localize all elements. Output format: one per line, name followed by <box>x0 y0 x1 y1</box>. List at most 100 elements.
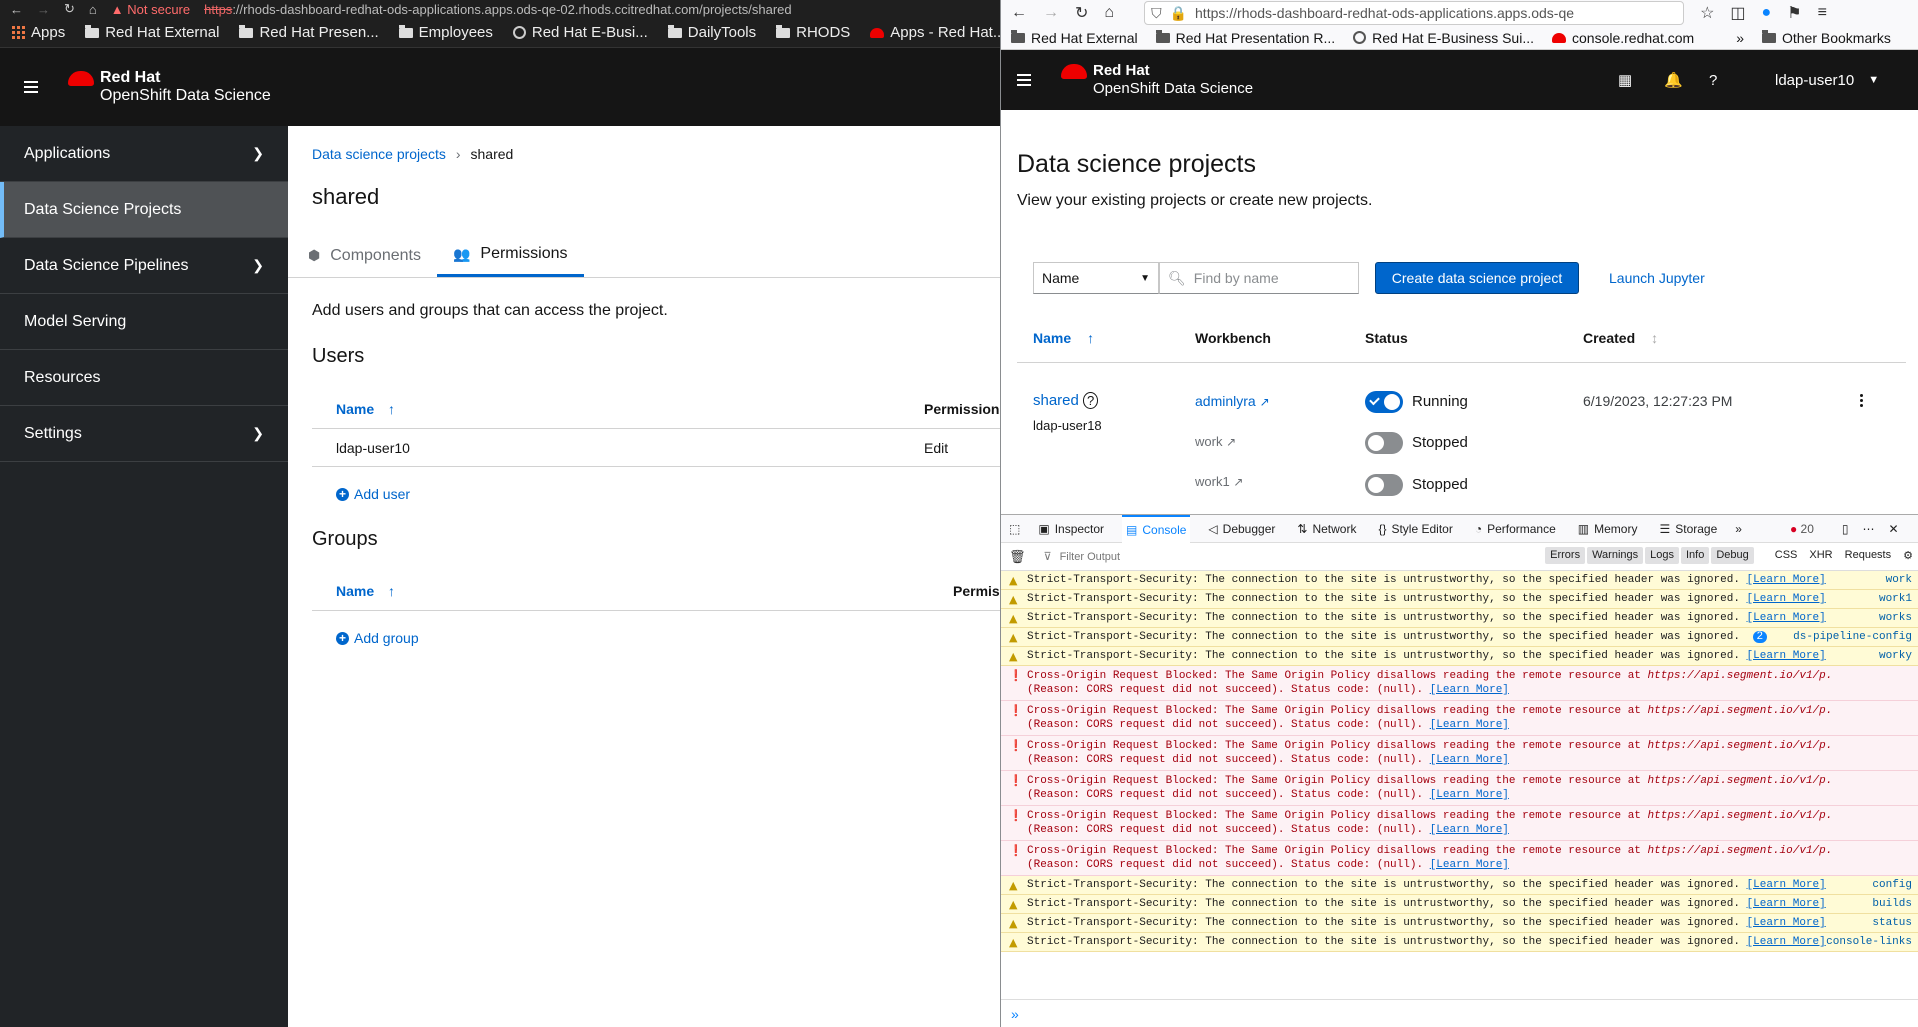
tab-inspector[interactable]: ▣ Inspector <box>1034 515 1108 543</box>
learn-more-link[interactable]: [Learn More] <box>1747 650 1826 662</box>
app-launcher-icon[interactable]: ▦ <box>1618 50 1632 110</box>
reload-icon[interactable]: ↻ <box>1075 3 1088 23</box>
learn-more-link[interactable]: [Learn More] <box>1747 898 1826 910</box>
trash-icon[interactable]: 🗑︎ <box>1009 549 1026 565</box>
console-input[interactable]: » <box>1001 999 1918 1027</box>
log-source-link[interactable]: work1 <box>1879 593 1912 605</box>
pocket-icon[interactable]: ◫ <box>1730 3 1745 23</box>
dock-icon[interactable]: ▯ <box>1842 522 1849 536</box>
add-user-button[interactable]: + Add user <box>336 486 410 502</box>
project-name-link[interactable]: shared ? <box>1033 392 1099 409</box>
learn-more-link[interactable]: [Learn More] <box>1747 574 1826 586</box>
error-count-badge[interactable]: ● 20 <box>1790 522 1814 536</box>
back-icon[interactable]: ← <box>1011 4 1027 22</box>
learn-more-link[interactable]: [Learn More] <box>1430 789 1509 801</box>
log-url[interactable]: https://api.segment.io/v1/p. <box>1648 845 1833 857</box>
forward-icon[interactable]: → <box>37 2 50 17</box>
bookmark-folder[interactable]: Red Hat Presentation R... <box>1155 29 1335 46</box>
log-source-link[interactable]: builds <box>1872 898 1912 910</box>
log-url[interactable]: https://api.segment.io/v1/p. <box>1648 810 1833 822</box>
workbench-toggle-off[interactable] <box>1365 432 1403 454</box>
learn-more-link[interactable]: [Learn More] <box>1430 754 1509 766</box>
sidebar-item-pipelines[interactable]: Data Science Pipelines ❯ <box>0 238 288 294</box>
filter-logs[interactable]: Logs <box>1645 547 1679 564</box>
filter-debug[interactable]: Debug <box>1711 547 1754 564</box>
bookmark-folder[interactable]: Employees <box>398 24 493 41</box>
tab-performance[interactable]: ◔ Performance <box>1471 515 1560 543</box>
workbench-link[interactable]: work1 ↗ <box>1195 474 1243 489</box>
tab-console[interactable]: ▤ Console <box>1122 514 1191 543</box>
log-source-link[interactable]: worky <box>1879 650 1912 662</box>
filter-warnings[interactable]: Warnings <box>1587 547 1644 564</box>
filter-output-input[interactable]: Filter Output <box>1060 551 1121 563</box>
log-source-link[interactable]: works <box>1879 612 1912 624</box>
col-created-header[interactable]: Created ↕ <box>1583 330 1658 346</box>
bookmark-link[interactable]: Red Hat E-Business Sui... <box>1353 30 1534 46</box>
learn-more-link[interactable]: [Learn More] <box>1747 936 1826 948</box>
log-url[interactable]: https://api.segment.io/v1/p. <box>1648 670 1833 682</box>
groups-col-name[interactable]: Name ↑ <box>336 583 395 599</box>
forward-icon[interactable]: → <box>1043 4 1059 22</box>
brand-logo[interactable]: Red Hat OpenShift Data Science <box>68 69 271 105</box>
create-project-button[interactable]: Create data science project <box>1375 262 1579 294</box>
settings-gear-icon[interactable]: ⚙ <box>1898 547 1918 564</box>
bookmark-link[interactable]: console.redhat.com <box>1552 30 1694 46</box>
bookmark-folder[interactable]: Red Hat External <box>85 24 219 41</box>
tab-memory[interactable]: ▥ Memory <box>1574 515 1642 543</box>
learn-more-link[interactable]: [Learn More] <box>1430 859 1509 871</box>
launch-jupyter-link[interactable]: Launch Jupyter <box>1609 262 1705 294</box>
filter-type-select[interactable]: Name ▼ <box>1033 262 1159 294</box>
bookmark-folder[interactable]: DailyTools <box>667 24 756 41</box>
sidebar-item-resources[interactable]: Resources <box>0 350 288 406</box>
kebab-menu-icon[interactable] <box>1860 394 1863 407</box>
tab-components[interactable]: ⬢ Components <box>292 234 437 277</box>
hamburger-menu-icon[interactable] <box>1017 74 1031 86</box>
url-bar[interactable]: ⛉ 🔒 https://rhods-dashboard-redhat-ods-a… <box>1144 1 1685 25</box>
bookmark-folder[interactable]: Red Hat Presen... <box>239 24 379 41</box>
log-source-link[interactable]: work <box>1886 574 1912 586</box>
col-name-header[interactable]: Name ↑ <box>1033 330 1094 346</box>
users-col-name[interactable]: Name ↑ <box>336 401 395 417</box>
account-icon[interactable]: ● <box>1762 4 1772 22</box>
more-tabs-icon[interactable]: » <box>1735 522 1742 536</box>
left-address-bar[interactable]: ← → ↻ ⌂ ▲ Not secure https://rhods-dashb… <box>0 0 1000 18</box>
extension-icon[interactable]: ⚑ <box>1787 3 1801 23</box>
learn-more-link[interactable]: [Learn More] <box>1747 612 1826 624</box>
bookmark-other[interactable]: Other Bookmarks <box>1761 29 1891 46</box>
filter-requests[interactable]: Requests <box>1840 547 1896 564</box>
brand-logo[interactable]: Red Hat OpenShift Data Science <box>1061 62 1253 98</box>
log-url[interactable]: https://api.segment.io/v1/p. <box>1648 740 1833 752</box>
sidebar-item-applications[interactable]: Applications ❯ <box>0 126 288 182</box>
log-url[interactable]: https://api.segment.io/v1/p. <box>1648 775 1833 787</box>
reload-icon[interactable]: ↻ <box>64 1 75 17</box>
search-input[interactable]: 🔍︎ Find by name <box>1159 262 1359 294</box>
user-menu[interactable]: ldap-user10 ▼ <box>1775 50 1879 110</box>
tab-permissions[interactable]: 👥 Permissions <box>436 234 584 277</box>
workbench-toggle-off[interactable] <box>1365 474 1403 496</box>
filter-xhr[interactable]: XHR <box>1804 547 1837 564</box>
bookmark-link[interactable]: Apps - Red Hat... <box>870 24 1000 41</box>
filter-errors[interactable]: Errors <box>1545 547 1586 564</box>
learn-more-link[interactable]: [Learn More] <box>1430 719 1509 731</box>
notification-bell-icon[interactable]: 🔔 <box>1664 50 1683 110</box>
learn-more-link[interactable]: [Learn More] <box>1747 593 1826 605</box>
tab-style-editor[interactable]: {} Style Editor <box>1374 515 1456 543</box>
bookmark-link[interactable]: Red Hat E-Busi... <box>512 24 648 41</box>
sidebar-item-data-science-projects[interactable]: Data Science Projects <box>0 182 288 238</box>
url-text[interactable]: https://rhods-dashboard-redhat-ods-appli… <box>204 2 792 17</box>
close-icon[interactable]: ✕ <box>1889 522 1899 536</box>
log-source-link[interactable]: console-links <box>1826 936 1912 948</box>
home-icon[interactable]: ⌂ <box>89 2 97 17</box>
learn-more-link[interactable]: [Learn More] <box>1747 917 1826 929</box>
log-source-link[interactable]: config <box>1872 879 1912 891</box>
devtools-menu-icon[interactable]: ⋯ <box>1863 522 1875 536</box>
tab-debugger[interactable]: ◁ Debugger <box>1204 515 1279 543</box>
tab-network[interactable]: ⇅ Network <box>1293 515 1360 543</box>
workbench-link[interactable]: adminlyra ↗ <box>1195 393 1270 409</box>
element-picker-icon[interactable]: ⬚ <box>1009 522 1020 536</box>
hamburger-menu-icon[interactable] <box>24 81 38 93</box>
star-icon[interactable]: ☆ <box>1700 3 1714 23</box>
help-icon[interactable]: ? <box>1709 50 1717 110</box>
bookmark-folder[interactable]: Red Hat External <box>1011 29 1138 46</box>
tab-storage[interactable]: ☰ Storage <box>1655 515 1721 543</box>
